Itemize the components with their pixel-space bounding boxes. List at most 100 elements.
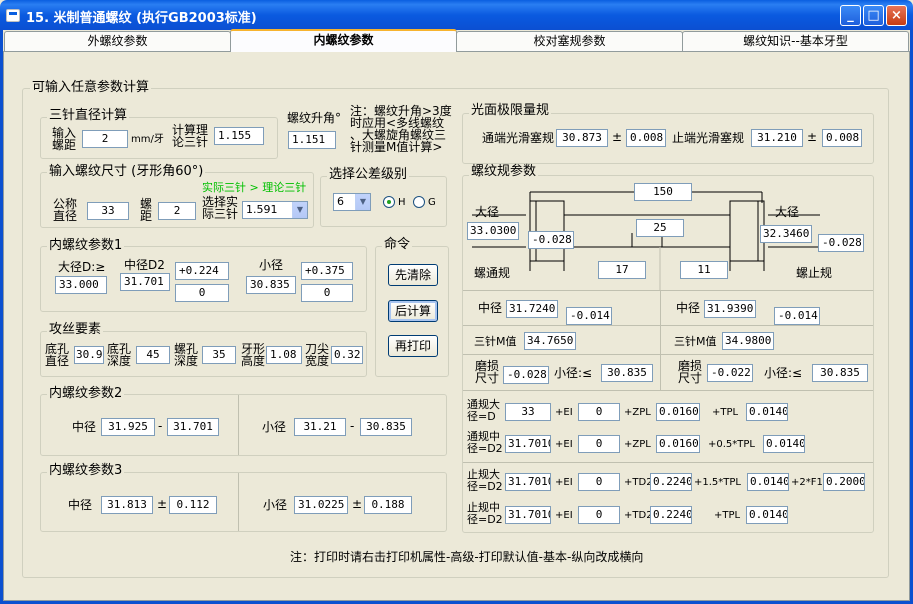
formula-field[interactable]: 0	[578, 403, 620, 421]
tab-plug-gauge[interactable]: 校对塞规参数	[456, 31, 683, 51]
minor-tolerance-field[interactable]: 0.188	[364, 496, 412, 514]
minor-nominal-field[interactable]: 31.0225	[294, 496, 348, 514]
formula-field[interactable]: 0.0140	[747, 473, 789, 491]
theory-wire-field[interactable]: 1.155	[214, 127, 264, 145]
gauge-mid-length[interactable]: 25	[636, 219, 684, 237]
hole-diameter-field[interactable]: 30.9	[74, 346, 104, 364]
formula-field[interactable]: 0.0140	[746, 506, 788, 524]
maximize-button[interactable]: □	[863, 5, 884, 26]
nogo-smooth-tolerance-field[interactable]: 0.008	[822, 129, 862, 147]
minimize-button[interactable]: _	[840, 5, 861, 26]
nogo-smooth-gauge-field[interactable]: 31.210	[751, 129, 803, 147]
formula-op: +EI	[555, 407, 573, 418]
radio-h-label: H	[398, 197, 406, 208]
nogo-pitch-field[interactable]: 31.9390	[704, 300, 756, 318]
go-m-value-field[interactable]: 34.7650	[524, 332, 576, 350]
calculate-button[interactable]: 后计算	[388, 300, 438, 322]
tooth-height-field[interactable]: 1.08	[266, 346, 302, 364]
hole-depth-field[interactable]: 45	[136, 346, 170, 364]
minor-upper-dev[interactable]: +0.375	[301, 262, 353, 280]
nogo-m-value-field[interactable]: 34.9800	[722, 332, 774, 350]
go-m-value-label: 三针M值	[474, 335, 517, 348]
pitch-max-field[interactable]: 31.925	[101, 418, 155, 436]
nogo-major-field[interactable]: 32.3460	[760, 225, 812, 243]
lead-angle-label: 螺纹升角°	[287, 111, 342, 125]
formula-field[interactable]: 0.0140	[763, 435, 805, 453]
formula-go-major-label: 通规大 径=D	[467, 398, 500, 423]
chevron-down-icon[interactable]: ▼	[292, 202, 307, 218]
go-length-field[interactable]: 17	[598, 261, 646, 279]
radio-g[interactable]	[413, 196, 425, 208]
input-pitch-field[interactable]: 2	[82, 130, 128, 148]
nogo-pitch-tolerance[interactable]: -0.014	[774, 307, 820, 325]
formula-field[interactable]: 0	[578, 435, 620, 453]
divider	[238, 395, 239, 455]
clear-button[interactable]: 先清除	[388, 264, 438, 286]
go-smooth-tolerance-field[interactable]: 0.008	[626, 129, 666, 147]
go-minor-field[interactable]: 30.835	[601, 364, 653, 382]
gauge-total-length[interactable]: 150	[634, 183, 692, 201]
formula-op: +TPL	[714, 510, 741, 521]
nogo-pitch-label: 中径	[676, 301, 701, 315]
pitch-lower-dev[interactable]: 0	[175, 284, 229, 302]
app-icon[interactable]	[6, 9, 20, 22]
pitch-field[interactable]: 2	[158, 202, 196, 220]
divider	[463, 290, 873, 291]
go-smooth-gauge-field[interactable]: 30.873	[556, 129, 608, 147]
theory-wire-label: 计算理 论三针	[172, 123, 209, 149]
pitch-tolerance-field[interactable]: 0.112	[169, 496, 217, 514]
three-wire-title: 三针直径计算	[47, 108, 130, 123]
pitch-unit: mm/牙	[131, 134, 164, 145]
tooth-height-label: 牙形 高度	[241, 342, 266, 368]
formula-field[interactable]: 31.7010	[505, 473, 551, 491]
minor-max-field[interactable]: 31.21	[294, 418, 346, 436]
tab-external-thread[interactable]: 外螺纹参数	[4, 31, 231, 51]
radio-h[interactable]	[383, 196, 395, 208]
nominal-diameter-field[interactable]: 33	[87, 202, 129, 220]
pitch-nominal-field[interactable]: 31.813	[101, 496, 153, 514]
chevron-down-icon[interactable]: ▼	[355, 194, 370, 210]
formula-field[interactable]: 31.7010	[505, 435, 551, 453]
go-wear-field[interactable]: -0.028	[503, 366, 549, 384]
thread-depth-field[interactable]: 35	[202, 346, 236, 364]
formula-nogo-major-label: 止规大 径=D2	[467, 468, 503, 493]
tab-internal-thread[interactable]: 内螺纹参数	[230, 29, 457, 52]
command-title: 命令	[382, 237, 413, 252]
pitch-min-field[interactable]: 31.701	[167, 418, 219, 436]
minor-diameter-field[interactable]: 30.835	[246, 276, 296, 294]
lead-angle-field[interactable]: 1.151	[288, 131, 336, 149]
go-major-field[interactable]: 33.0300	[467, 222, 519, 240]
nogo-major-tolerance[interactable]: -0.028	[818, 234, 864, 252]
nogo-length-field[interactable]: 11	[680, 261, 728, 279]
print-button[interactable]: 再打印	[388, 335, 438, 357]
tolerance-grade-select[interactable]: 6 ▼	[333, 193, 371, 211]
tip-width-field[interactable]: 0.32	[331, 346, 363, 364]
formula-field[interactable]: 0	[578, 506, 620, 524]
formula-field[interactable]: 31.7010	[505, 506, 551, 524]
formula-field[interactable]: 0.0160	[656, 435, 700, 453]
major-diameter-field[interactable]: 33.000	[55, 276, 107, 294]
minor-lower-dev[interactable]: 0	[301, 284, 353, 302]
formula-field[interactable]: 0.0160	[656, 403, 700, 421]
go-major-tolerance[interactable]: -0.028	[528, 231, 574, 249]
tab-thread-knowledge[interactable]: 螺纹知识--基本牙型	[682, 31, 909, 51]
go-pitch-field[interactable]: 31.7240	[506, 300, 558, 318]
formula-field[interactable]: 0.2000	[823, 473, 865, 491]
pitch-upper-dev[interactable]: +0.224	[175, 262, 229, 280]
divider	[463, 354, 873, 355]
pitch-diameter-field[interactable]: 31.701	[120, 273, 170, 291]
nogo-smooth-gauge-label: 止端光滑塞规	[672, 131, 745, 145]
go-pitch-tolerance[interactable]: -0.014	[566, 307, 612, 325]
nogo-minor-field[interactable]: 30.835	[812, 364, 868, 382]
formula-field[interactable]: 0.2240	[650, 506, 692, 524]
actual-wire-select[interactable]: 1.591 ▼	[242, 201, 308, 219]
minor-min-field[interactable]: 30.835	[360, 418, 412, 436]
formula-field[interactable]: 0.0140	[746, 403, 788, 421]
nogo-wear-field[interactable]: -0.022	[707, 364, 753, 382]
formula-field[interactable]: 0	[578, 473, 620, 491]
divider	[463, 325, 873, 326]
close-button[interactable]: ×	[886, 5, 907, 26]
go-major-label: 大径	[475, 205, 500, 219]
formula-field[interactable]: 33	[505, 403, 551, 421]
formula-field[interactable]: 0.2240	[650, 473, 692, 491]
